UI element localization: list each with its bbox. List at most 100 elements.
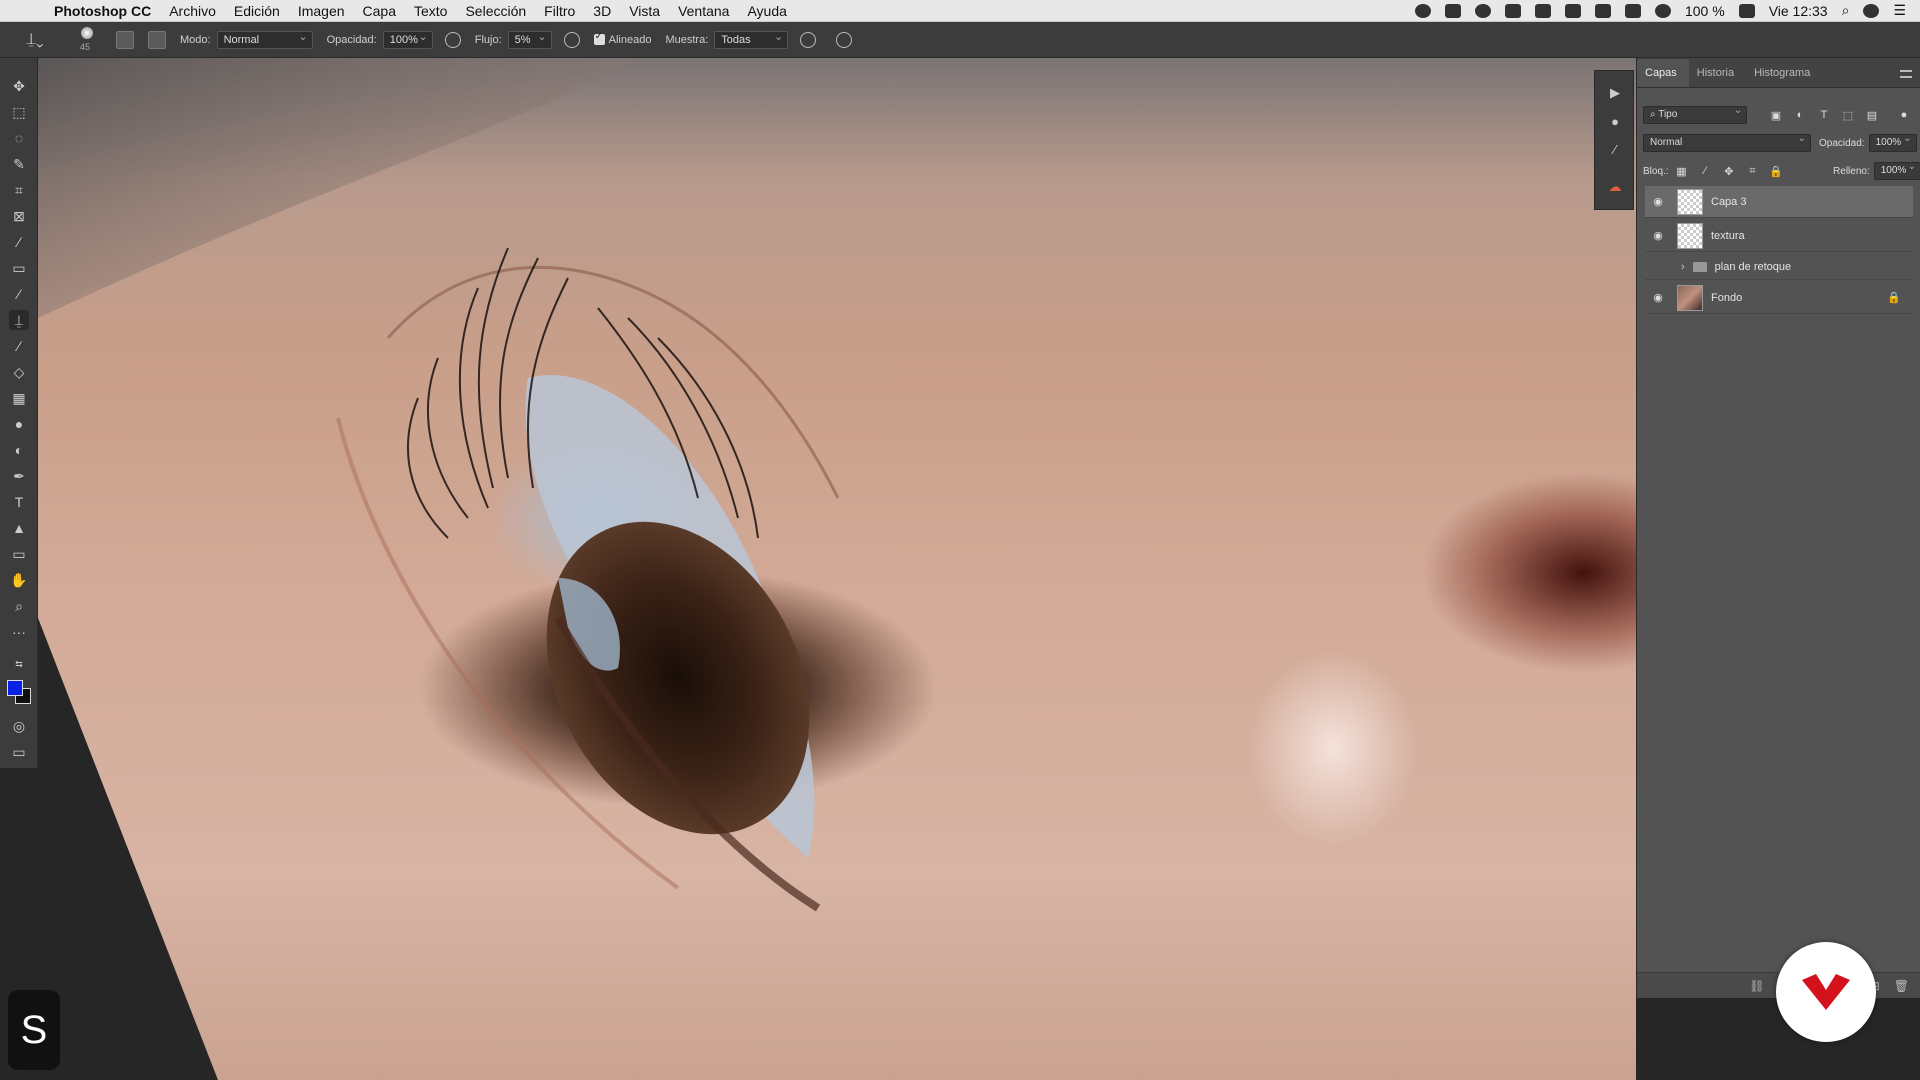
- lock-all-icon[interactable]: 🔒: [1769, 164, 1783, 178]
- panel-menu-icon[interactable]: [1900, 70, 1912, 78]
- blend-mode-select[interactable]: Normal: [1643, 133, 1811, 152]
- filter-smart-object-icon[interactable]: ▤: [1865, 108, 1879, 122]
- menu-ayuda[interactable]: Ayuda: [747, 3, 786, 19]
- visibility-eye-icon[interactable]: ◉: [1651, 230, 1665, 242]
- battery-icon[interactable]: [1738, 3, 1755, 18]
- brush-panel-icon[interactable]: ⁄: [1607, 141, 1623, 157]
- layer-row-capa-3[interactable]: ◉ Capa 3: [1645, 186, 1913, 218]
- menu-ventana[interactable]: Ventana: [678, 3, 729, 19]
- crop-tool-icon[interactable]: ⌗: [9, 180, 29, 200]
- more-tools-icon[interactable]: ···: [9, 622, 29, 642]
- layer-row-textura[interactable]: ◉ textura: [1645, 220, 1913, 252]
- gradient-tool-icon[interactable]: ▦: [9, 388, 29, 408]
- notification-center-icon[interactable]: ☰: [1893, 2, 1906, 19]
- menu-capa[interactable]: Capa: [363, 3, 396, 19]
- lock-artboard-icon[interactable]: ⌗: [1746, 164, 1760, 178]
- quick-selection-tool-icon[interactable]: ✎: [9, 154, 29, 174]
- document-canvas[interactable]: [38, 58, 1636, 1080]
- dropbox-icon[interactable]: [1534, 3, 1551, 18]
- tab-capas[interactable]: Capas: [1637, 59, 1689, 87]
- trash-icon[interactable]: 🗑: [1894, 979, 1909, 993]
- visibility-toggle-empty[interactable]: [1651, 262, 1665, 272]
- menu-archivo[interactable]: Archivo: [169, 3, 216, 19]
- screen-mode-icon[interactable]: ▭: [9, 742, 29, 762]
- display-icon[interactable]: [1504, 3, 1521, 18]
- app-status-icon[interactable]: [1444, 3, 1461, 18]
- spotlight-search-icon[interactable]: ⌕: [1842, 2, 1850, 19]
- pressure-size-icon[interactable]: [836, 31, 853, 48]
- marquee-tool-icon[interactable]: ⬚: [9, 102, 29, 122]
- chevron-right-icon[interactable]: ›: [1681, 261, 1685, 273]
- brush-settings-panel-icon[interactable]: [116, 30, 134, 49]
- menu-imagen[interactable]: Imagen: [298, 3, 345, 19]
- tab-histograma[interactable]: Histograma: [1746, 67, 1822, 87]
- hand-tool-icon[interactable]: ✋: [9, 570, 29, 590]
- history-brush-tool-icon[interactable]: ⁄: [9, 336, 29, 356]
- filter-toggle-icon[interactable]: ●: [1897, 108, 1911, 122]
- brush-tool-icon[interactable]: ⁄: [9, 284, 29, 304]
- path-selection-tool-icon[interactable]: ▲: [9, 518, 29, 538]
- menu-vista[interactable]: Vista: [629, 3, 660, 19]
- mode-select[interactable]: Normal: [216, 30, 313, 49]
- menu-filtro[interactable]: Filtro: [544, 3, 575, 19]
- filter-adjustment-icon[interactable]: ◐: [1793, 108, 1807, 122]
- phone-icon[interactable]: [1564, 3, 1581, 18]
- clock[interactable]: Vie 12:33: [1769, 3, 1828, 19]
- fill-select[interactable]: 100%: [1873, 161, 1920, 180]
- airplay-icon[interactable]: [1594, 3, 1611, 18]
- 3d-panel-icon[interactable]: ●: [1607, 113, 1623, 129]
- opacity-select[interactable]: 100%: [382, 30, 433, 49]
- quick-mask-icon[interactable]: ◎: [9, 716, 29, 736]
- visibility-eye-icon[interactable]: ◉: [1651, 292, 1665, 304]
- record-icon[interactable]: [1414, 3, 1431, 18]
- blur-tool-icon[interactable]: ●: [9, 414, 29, 434]
- zoom-tool-icon[interactable]: ⌕: [9, 596, 29, 616]
- clone-stamp-tool-icon[interactable]: ⍊: [9, 310, 29, 330]
- bluetooth-icon[interactable]: [1624, 3, 1641, 18]
- foreground-color-swatch[interactable]: [7, 680, 23, 696]
- layer-opacity-select[interactable]: 100%: [1868, 133, 1917, 152]
- filter-type-icon[interactable]: T: [1817, 108, 1831, 122]
- swap-colors-icon[interactable]: ⇆: [9, 654, 29, 674]
- dodge-tool-icon[interactable]: ◐: [9, 440, 29, 460]
- layer-filter-select[interactable]: ⌕ Tipo: [1643, 105, 1747, 124]
- menu-seleccion[interactable]: Selección: [465, 3, 526, 19]
- eyedropper-tool-icon[interactable]: ⁄: [9, 232, 29, 252]
- layer-row-plan-de-retoque[interactable]: › plan de retoque: [1645, 254, 1913, 280]
- brush-preset-picker[interactable]: 45: [72, 25, 102, 55]
- menu-3d[interactable]: 3D: [593, 3, 611, 19]
- lasso-tool-icon[interactable]: ◌: [9, 128, 29, 148]
- clone-stamp-preset-icon[interactable]: ⍊⌄: [18, 27, 52, 53]
- type-tool-icon[interactable]: T: [9, 492, 29, 512]
- lock-position-icon[interactable]: ✥: [1722, 164, 1736, 178]
- airbrush-icon[interactable]: [563, 31, 580, 48]
- eraser-tool-icon[interactable]: ◇: [9, 362, 29, 382]
- move-tool-icon[interactable]: ✥: [9, 76, 29, 96]
- flow-select[interactable]: 5%: [507, 30, 552, 49]
- lock-transparent-icon[interactable]: ▦: [1675, 164, 1689, 178]
- filter-pixel-icon[interactable]: ▣: [1769, 108, 1783, 122]
- wifi-icon[interactable]: [1654, 3, 1671, 18]
- tab-historia[interactable]: Historia: [1689, 67, 1746, 87]
- visibility-eye-icon[interactable]: ◉: [1651, 196, 1665, 208]
- rectangle-tool-icon[interactable]: ▭: [9, 544, 29, 564]
- menu-edicion[interactable]: Edición: [234, 3, 280, 19]
- healing-brush-tool-icon[interactable]: ▭: [9, 258, 29, 278]
- app-name-menu[interactable]: Photoshop CC: [54, 3, 151, 19]
- sample-select[interactable]: Todas: [714, 30, 789, 49]
- pen-tool-icon[interactable]: ✒: [9, 466, 29, 486]
- creative-cloud-icon[interactable]: [1474, 3, 1491, 18]
- pressure-opacity-icon[interactable]: [444, 31, 461, 48]
- cc-libraries-icon[interactable]: ☁: [1607, 179, 1623, 195]
- aligned-checkbox[interactable]: [593, 31, 605, 45]
- layer-row-fondo[interactable]: ◉ Fondo 🔒: [1645, 282, 1913, 314]
- siri-icon[interactable]: [1863, 3, 1880, 18]
- ignore-adjustment-layers-icon[interactable]: [800, 31, 817, 48]
- menu-texto[interactable]: Texto: [414, 3, 447, 19]
- link-layers-icon[interactable]: ⛓: [1749, 979, 1764, 993]
- lock-image-icon[interactable]: ⁄: [1698, 164, 1712, 178]
- filter-shape-icon[interactable]: ⬚: [1841, 108, 1855, 122]
- actions-play-icon[interactable]: ▶: [1607, 85, 1623, 101]
- frame-tool-icon[interactable]: ⊠: [9, 206, 29, 226]
- clone-source-panel-icon[interactable]: [148, 30, 166, 49]
